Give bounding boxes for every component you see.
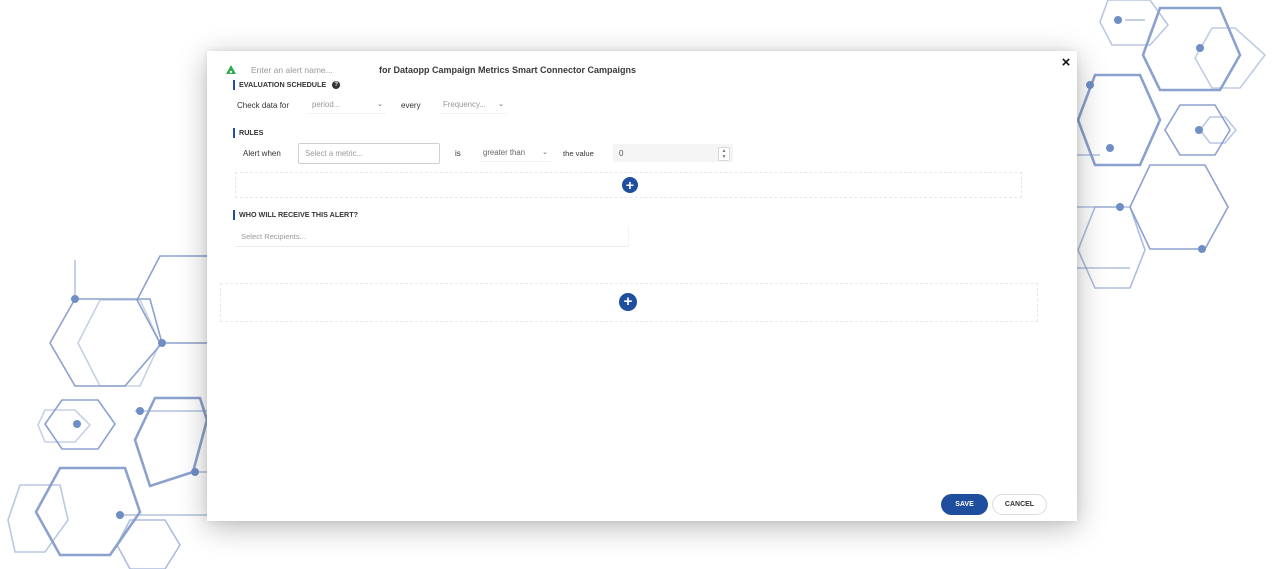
recipients-heading: WHO WILL RECEIVE THIS ALERT? [233,210,358,220]
add-recipient-area: + [220,283,1038,322]
chevron-down-icon: ⌄ [542,149,548,156]
the-value-label: the value [563,149,594,158]
dialog-header: for Dataopp Campaign Metrics Smart Conne… [225,62,636,78]
frequency-select-value: Frequency... [443,100,486,109]
stepper-icon[interactable]: ▲ ▼ [718,147,730,161]
frequency-select[interactable]: Frequency... ⌄ [439,96,507,114]
operator-select[interactable]: greater than ⌄ [479,144,551,162]
period-select[interactable]: period... ⌄ [308,96,386,114]
recipients-label: WHO WILL RECEIVE THIS ALERT? [239,210,358,219]
add-recipient-button[interactable]: + [619,293,637,311]
cancel-button[interactable]: CANCEL [992,494,1047,515]
threshold-value-input[interactable]: 0 ▲ ▼ [613,144,733,162]
alert-when-label: Alert when [243,149,281,158]
chevron-down-icon: ⌄ [377,101,383,108]
evaluation-schedule-heading: EVALUATION SCHEDULE ? [233,80,341,90]
chevron-down-icon: ⌄ [498,101,504,108]
check-data-label: Check data for [237,101,290,110]
recipients-placeholder: Select Recipients... [241,232,306,241]
recipients-select[interactable]: Select Recipients... [235,227,629,247]
is-label: is [455,149,461,158]
metric-select[interactable]: Select a metric... [298,143,440,164]
add-rule-area: + [235,172,1022,198]
save-button[interactable]: SAVE [941,494,988,515]
close-icon[interactable]: × [1059,55,1073,70]
rules-label: RULES [239,128,264,137]
every-label: every [401,101,421,110]
create-alert-dialog: for Dataopp Campaign Metrics Smart Conne… [207,51,1077,521]
alert-name-input[interactable] [247,65,373,75]
threshold-value: 0 [619,148,624,158]
help-icon[interactable]: ? [332,81,341,89]
metric-select-placeholder: Select a metric... [305,149,364,158]
dialog-title: for Dataopp Campaign Metrics Smart Conne… [379,65,637,75]
period-select-value: period... [312,100,341,109]
rules-heading: RULES [233,128,263,138]
bell-triangle-icon [225,64,237,76]
evaluation-schedule-label: EVALUATION SCHEDULE [239,80,327,89]
add-rule-button[interactable]: + [622,177,638,193]
operator-select-value: greater than [483,148,526,157]
